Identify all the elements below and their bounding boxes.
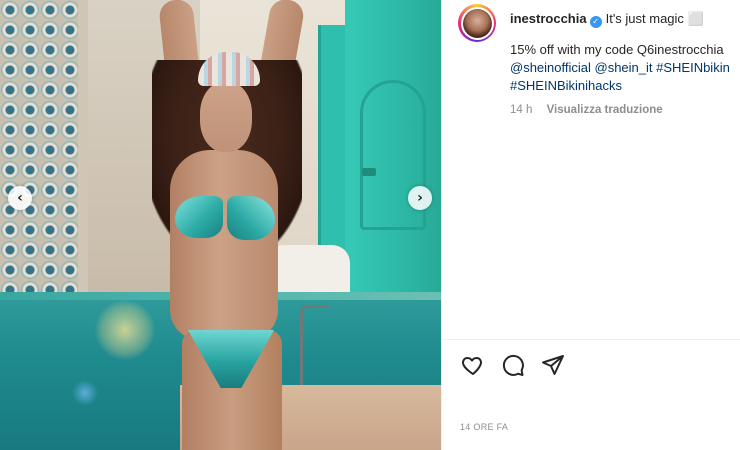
figure-face bbox=[200, 82, 252, 152]
figure-torso bbox=[170, 150, 278, 340]
avatar[interactable] bbox=[458, 4, 496, 42]
heart-icon bbox=[462, 357, 482, 375]
photo-pool-light-small bbox=[72, 380, 98, 406]
caption-text-first: It's just magic ⬜ bbox=[605, 11, 704, 26]
caption-body: 15% off with my code Q6inestrocchia @she… bbox=[510, 41, 740, 95]
bikini-top-left bbox=[175, 196, 223, 238]
comment-icon bbox=[502, 354, 524, 376]
username-link[interactable]: inestrocchia bbox=[510, 11, 587, 26]
photo-pool-handrail bbox=[300, 305, 330, 395]
post-photo[interactable]: ‹ › bbox=[0, 0, 441, 450]
see-translation-link[interactable]: Visualizza traduzione bbox=[547, 104, 663, 116]
action-bar bbox=[460, 352, 566, 378]
chevron-right-icon: › bbox=[417, 190, 423, 206]
photo-door-handle bbox=[362, 168, 376, 176]
caption-first-line: inestrocchia ✓ It's just magic ⬜ bbox=[510, 10, 704, 28]
photo-tile-trim bbox=[78, 0, 88, 300]
chevron-left-icon: ‹ bbox=[17, 190, 23, 206]
avatar-image bbox=[462, 8, 492, 38]
caption-hashtag-line[interactable]: #SHEINBikinihacks bbox=[510, 77, 740, 95]
post-timestamp[interactable]: 14 ORE FA bbox=[460, 422, 508, 432]
carousel-prev-button[interactable]: ‹ bbox=[8, 186, 32, 210]
carousel-next-button[interactable]: › bbox=[408, 186, 432, 210]
avatar-border bbox=[460, 6, 494, 40]
paper-plane-icon bbox=[542, 355, 564, 375]
divider bbox=[442, 339, 740, 340]
bikini-top-right bbox=[227, 196, 275, 240]
post-side-panel: inestrocchia ✓ It's just magic ⬜ 15% off w… bbox=[441, 0, 740, 450]
like-button[interactable] bbox=[460, 352, 486, 378]
photo-pool-light bbox=[95, 300, 155, 360]
caption-header: inestrocchia ✓ It's just magic ⬜ bbox=[458, 4, 734, 42]
photo-mosaic-tiles bbox=[0, 0, 78, 300]
post-age: 14 h bbox=[510, 104, 533, 116]
caption-line: 15% off with my code Q6inestrocchia bbox=[510, 42, 724, 57]
caption-mentions-line[interactable]: @sheinofficial @shein_it #SHEINbikin bbox=[510, 59, 740, 77]
caption-meta: 14 h Visualizza traduzione bbox=[510, 104, 663, 116]
verified-badge-icon: ✓ bbox=[589, 16, 602, 28]
share-button[interactable] bbox=[540, 352, 566, 378]
comment-button[interactable] bbox=[500, 352, 526, 378]
